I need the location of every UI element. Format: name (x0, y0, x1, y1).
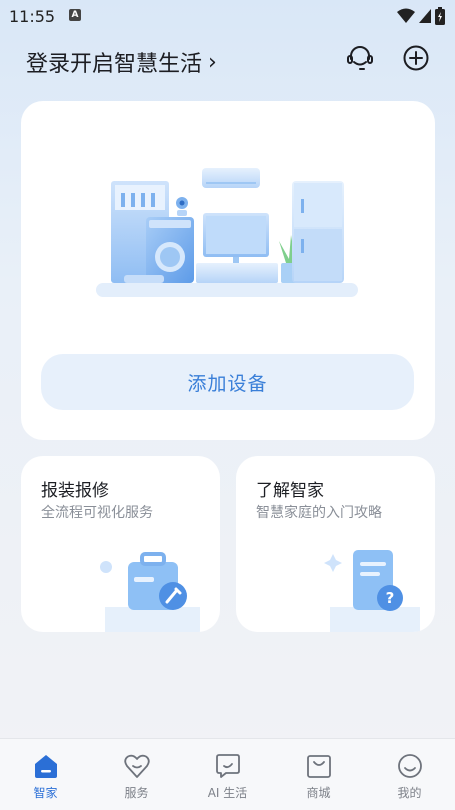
chevron-right-icon: › (208, 49, 217, 75)
learn-smart-home-subtitle: 智慧家庭的入门攻略 (256, 505, 382, 521)
add-device-card: 添加设备 (21, 101, 435, 440)
login-prompt[interactable]: 登录开启智慧生活 › (26, 46, 217, 78)
home-appliances-illustration (96, 168, 358, 297)
tab-ai-life-label: AI 生活 (207, 786, 248, 800)
add-device-button[interactable]: 添加设备 (41, 354, 414, 410)
smile-face-icon (398, 754, 422, 778)
install-repair-subtitle: 全流程可视化服务 (41, 505, 153, 521)
status-indicators (397, 7, 445, 25)
status-bar: 11:55 A (0, 0, 455, 32)
svg-text:?: ? (386, 589, 395, 607)
tab-home[interactable]: 智家 (0, 739, 91, 810)
learn-smart-home-card[interactable]: 了解智家 智慧家庭的入门攻略 ? (236, 456, 435, 632)
tab-service[interactable]: 服务 (91, 739, 182, 810)
install-repair-card[interactable]: 报装报修 全流程可视化服务 (21, 456, 220, 632)
cellular-signal-icon (419, 9, 431, 23)
learn-smart-home-title: 了解智家 (256, 481, 324, 501)
customer-service-icon (347, 46, 373, 70)
bottom-tab-bar: 智家 服务 AI 生活 商城 我的 (0, 738, 455, 810)
shop-bag-icon (307, 755, 331, 778)
home-icon (35, 755, 57, 778)
header: 登录开启智慧生活 › (0, 40, 455, 80)
tab-service-label: 服务 (124, 786, 149, 800)
tab-mine[interactable]: 我的 (364, 739, 455, 810)
login-title-text: 登录开启智慧生活 (26, 52, 203, 77)
guide-help-icon: ? (324, 550, 420, 632)
ai-chat-icon (216, 754, 240, 778)
wifi-icon (397, 8, 415, 23)
tab-ai-life[interactable]: AI 生活 (182, 739, 273, 810)
tab-mall[interactable]: 商城 (273, 739, 364, 810)
plus-circle-icon (403, 45, 429, 71)
add-button[interactable] (400, 42, 432, 74)
battery-icon (435, 7, 445, 25)
toolbox-icon (100, 552, 200, 632)
tab-mall-label: 商城 (306, 786, 331, 800)
customer-service-button[interactable] (344, 42, 376, 74)
tab-home-label: 智家 (33, 786, 58, 800)
heart-icon (124, 754, 150, 778)
notification-app-icon: A (69, 9, 81, 21)
install-repair-title: 报装报修 (41, 481, 109, 501)
status-time: 11:55 (9, 7, 56, 26)
tab-mine-label: 我的 (397, 786, 422, 800)
